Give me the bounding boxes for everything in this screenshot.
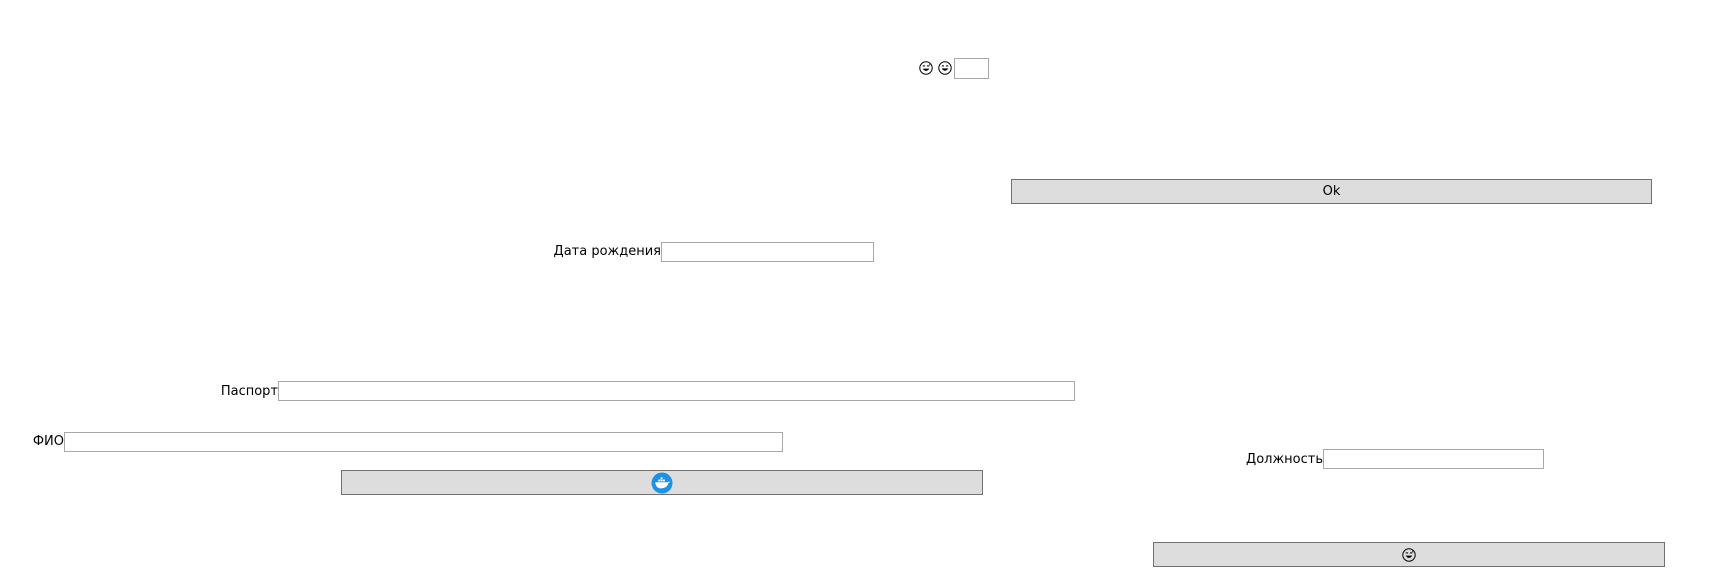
passport-field[interactable] <box>278 381 1075 401</box>
docker-whale-icon <box>651 472 673 493</box>
top-small-input[interactable] <box>954 58 989 79</box>
grin-sweat-icon <box>1402 547 1416 562</box>
birth-date-field[interactable] <box>661 242 874 262</box>
position-field[interactable] <box>1323 449 1544 469</box>
full-name-field[interactable] <box>64 432 783 452</box>
position-label: Должность <box>1246 452 1323 467</box>
full-name-label: ФИО <box>32 434 64 449</box>
ok-button[interactable]: Ok <box>1011 179 1652 204</box>
emoji-button[interactable] <box>1153 542 1665 567</box>
grinning-face-icon <box>938 61 952 75</box>
birth-date-label: Дата рождения <box>553 244 661 259</box>
passport-label: Паспорт <box>220 384 278 399</box>
docker-button[interactable] <box>341 470 983 495</box>
grin-sweat-icon <box>919 61 933 75</box>
